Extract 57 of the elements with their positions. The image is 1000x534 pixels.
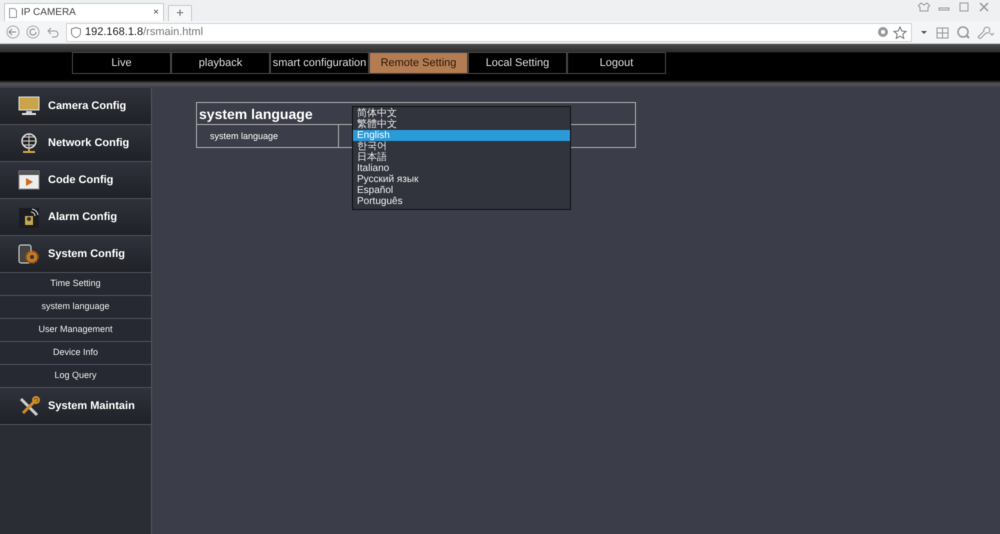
- language-dropdown[interactable]: 简体中文 繁體中文 English 한국어 日本語 Italiano Русский язык Español Português: [352, 106, 571, 210]
- dropdown-option[interactable]: 简体中文: [353, 108, 570, 119]
- sidebar-item[interactable]: Camera Config: [0, 88, 151, 125]
- alarm-icon: [18, 206, 40, 228]
- nav-tab[interactable]: Remote Setting: [369, 52, 468, 74]
- nav-tab[interactable]: Logout: [567, 52, 666, 74]
- tab-title: IP CAMERA: [21, 6, 77, 20]
- nav-tab[interactable]: playback: [171, 52, 270, 74]
- reload-icon[interactable]: [26, 25, 40, 39]
- sidebar-subitem[interactable]: Time Setting: [0, 273, 151, 296]
- maximize-icon[interactable]: [958, 2, 970, 12]
- sidebar-subitem[interactable]: system language: [0, 296, 151, 319]
- close-icon[interactable]: [978, 2, 990, 12]
- nav-tab[interactable]: Local Setting: [468, 52, 567, 74]
- sidebar-label: System Maintain: [48, 398, 135, 414]
- apps-icon[interactable]: [936, 25, 950, 39]
- page-icon: [9, 8, 17, 18]
- zoom-icon[interactable]: [956, 25, 970, 39]
- sidebar-label: Camera Config: [48, 98, 126, 114]
- sidebar-subitem[interactable]: Log Query: [0, 365, 151, 388]
- dropdown-option[interactable]: Português: [353, 196, 570, 207]
- wrench-icon[interactable]: [976, 25, 994, 39]
- sidebar-label: Alarm Config: [48, 210, 118, 225]
- sidebar-item[interactable]: System Maintain: [0, 388, 151, 425]
- address-field[interactable]: 192.168.1.8/rsmain.html: [66, 22, 912, 42]
- nav-tab[interactable]: Live: [72, 52, 171, 74]
- sidebar-label: Code Config: [48, 172, 114, 188]
- shirt-icon[interactable]: [918, 2, 930, 12]
- shield-icon: [71, 26, 81, 38]
- sidebar-item[interactable]: Alarm Config: [0, 199, 151, 236]
- url-path: /rsmain.html: [143, 26, 204, 38]
- gear-icon: [18, 244, 40, 264]
- browser-logo-icon[interactable]: [877, 26, 889, 38]
- nav-tab[interactable]: smart configuration: [270, 52, 369, 74]
- row-label: system language: [197, 125, 339, 147]
- dropdown-option[interactable]: 한국어: [353, 141, 570, 152]
- monitor-icon: [18, 96, 40, 116]
- dropdown-option[interactable]: Español: [353, 185, 570, 196]
- sidebar-item[interactable]: Network Config: [0, 125, 151, 162]
- sidebar-label: System Config: [48, 246, 126, 262]
- sidebar-label: Network Config: [48, 136, 130, 151]
- close-tab-button[interactable]: ×: [153, 5, 159, 20]
- sidebar-subitem[interactable]: User Management: [0, 319, 151, 342]
- sidebar-item[interactable]: Code Config: [0, 162, 151, 199]
- video-icon: [18, 170, 40, 190]
- dropdown-option[interactable]: Русский язык: [353, 174, 570, 185]
- tools-icon: [18, 396, 40, 416]
- browser-tab[interactable]: IP CAMERA ×: [4, 3, 164, 21]
- sidebar-subitem[interactable]: Device Info: [0, 342, 151, 365]
- dropdown-option[interactable]: Italiano: [353, 163, 570, 174]
- url-host: 192.168.1.8: [85, 26, 144, 38]
- sidebar-item[interactable]: System Config: [0, 236, 151, 273]
- undo-icon[interactable]: [46, 25, 60, 39]
- star-icon[interactable]: [893, 26, 907, 38]
- back-icon[interactable]: [6, 25, 20, 39]
- dropdown-option[interactable]: 日本語: [353, 152, 570, 163]
- new-tab-button[interactable]: +: [168, 5, 192, 21]
